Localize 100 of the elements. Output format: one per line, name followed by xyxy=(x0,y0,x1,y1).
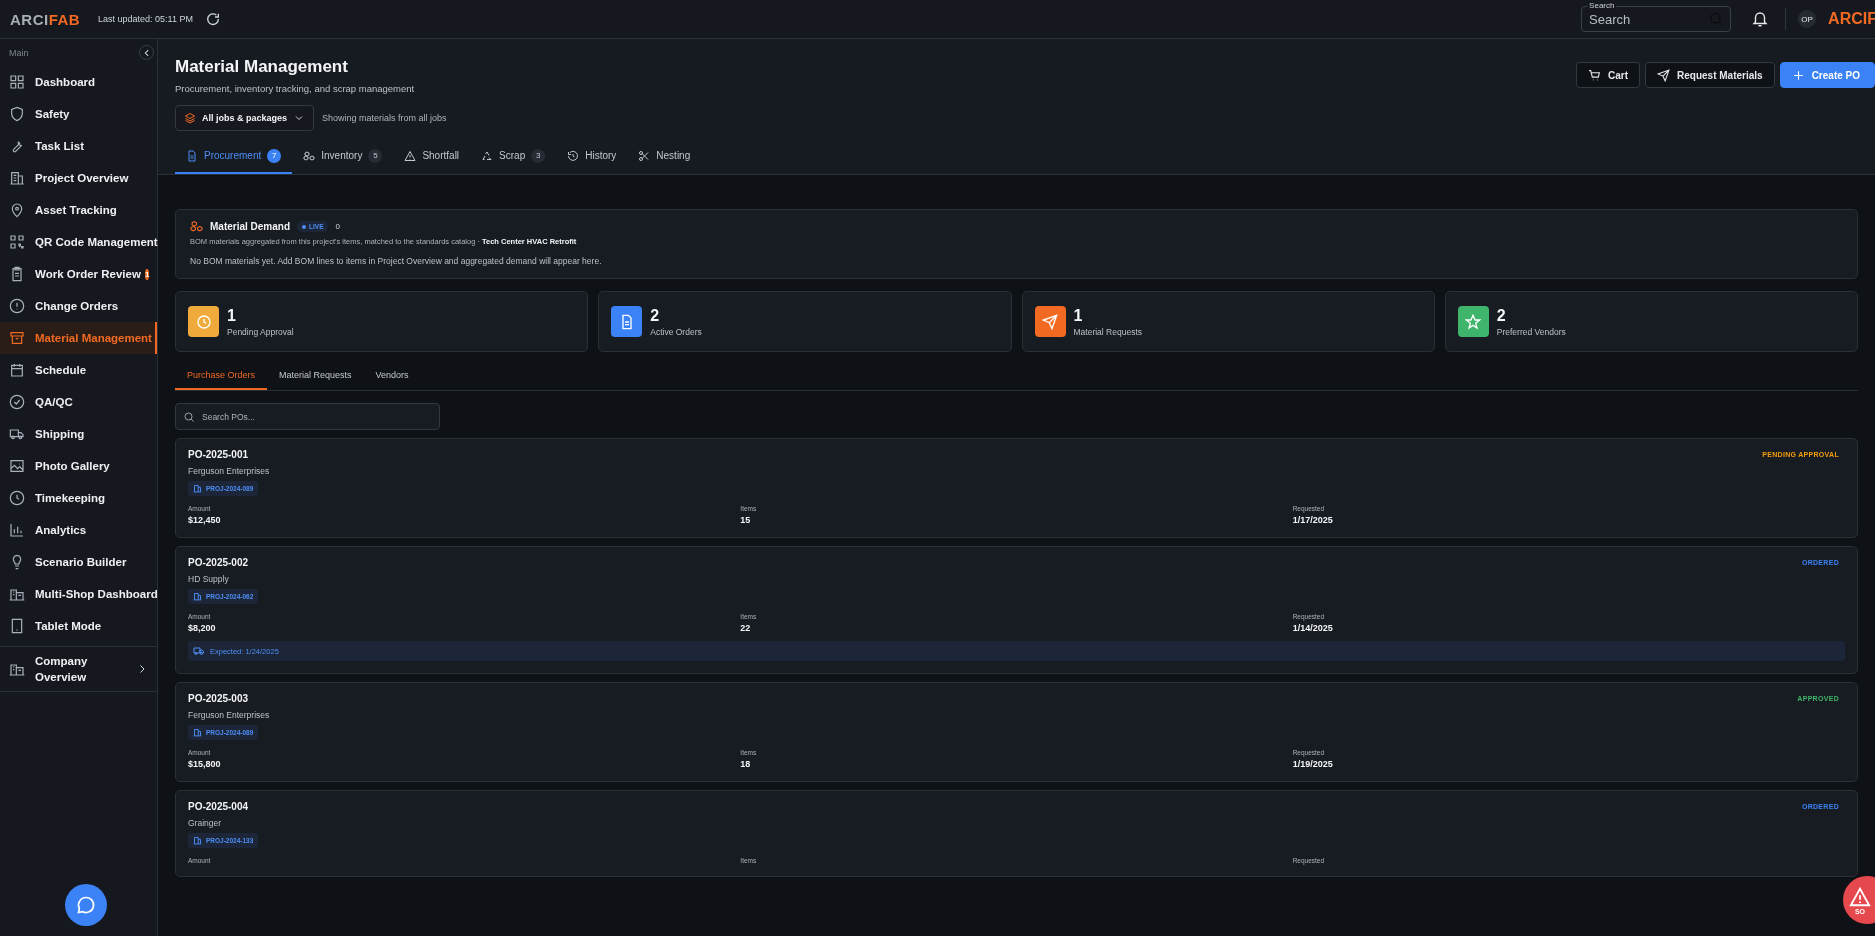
nav-item[interactable]: QA/QC xyxy=(0,386,157,418)
warning-icon xyxy=(404,149,417,162)
building-icon xyxy=(193,728,202,737)
field-value: 15 xyxy=(740,515,752,525)
recycle-icon xyxy=(481,149,494,162)
last-updated-text: Last updated: 05:11 PM xyxy=(98,14,193,24)
tab[interactable]: History xyxy=(556,139,628,174)
tab[interactable]: Inventory 5 xyxy=(292,139,394,174)
stat-label: Preferred Vendors xyxy=(1496,326,1566,337)
qr-code-icon xyxy=(9,234,25,250)
job-filter-dropdown[interactable]: All jobs & packages xyxy=(175,105,315,131)
archive-icon xyxy=(9,330,25,346)
chat-button[interactable] xyxy=(64,884,107,926)
bar-chart-icon xyxy=(9,522,25,538)
tab[interactable]: Procurement 7 xyxy=(175,139,293,174)
tab[interactable]: Purchase Orders xyxy=(175,366,268,390)
po-number: PO-2025-002 xyxy=(188,557,249,568)
vendor-name: Grainger xyxy=(188,818,223,828)
count-badge: 1 xyxy=(144,268,150,280)
nav-item[interactable]: Analytics xyxy=(0,514,157,546)
count-badge: 3 xyxy=(531,148,546,163)
collapse-button[interactable] xyxy=(139,45,154,60)
nav-item[interactable]: Shipping xyxy=(0,418,157,450)
building-icon xyxy=(193,484,202,493)
nav-item[interactable]: Scenario Builder xyxy=(0,546,157,578)
vendor-name: Ferguson Enterprises xyxy=(188,466,271,476)
stat-value: 1 xyxy=(1073,306,1084,325)
user-avatar[interactable]: OP xyxy=(1798,10,1817,28)
truck-icon xyxy=(193,645,205,657)
document-icon xyxy=(186,149,198,162)
nav-item[interactable]: Asset Tracking xyxy=(0,194,157,226)
page-title: Material Management xyxy=(175,57,349,77)
nav-item[interactable]: Task List xyxy=(0,130,157,162)
buildings-icon xyxy=(9,661,25,677)
nav-item[interactable]: Work Order Review 1 xyxy=(0,258,157,290)
building-icon xyxy=(193,592,202,601)
refresh-icon[interactable] xyxy=(204,11,221,27)
create-button[interactable]: Create PO xyxy=(1779,62,1875,88)
field-value: 1/17/2025 xyxy=(1292,515,1334,525)
count-text: 0 xyxy=(335,222,340,231)
nav-item[interactable]: QR Code Management xyxy=(0,226,157,258)
send-icon xyxy=(1042,313,1058,330)
bell-icon[interactable] xyxy=(1751,10,1770,28)
stat-label: Material Requests xyxy=(1073,326,1142,337)
field-value: $8,200 xyxy=(188,623,217,633)
tab[interactable]: Scrap 3 xyxy=(470,139,557,174)
card-title: Material Demand xyxy=(210,221,291,232)
po-number: PO-2025-003 xyxy=(188,693,249,704)
field-value: $12,450 xyxy=(188,515,222,525)
nav-item[interactable]: Material Management xyxy=(0,322,157,354)
cart-icon xyxy=(1588,68,1602,82)
building-icon xyxy=(193,836,202,845)
section-label: Main xyxy=(9,47,29,58)
warning-icon xyxy=(1849,885,1871,908)
send-icon xyxy=(1657,68,1671,82)
tab[interactable]: Shortfall xyxy=(393,139,471,174)
pin-icon xyxy=(9,202,25,218)
field-value: 22 xyxy=(740,623,752,633)
field-value: 1/14/2025 xyxy=(1292,623,1334,633)
action-button[interactable]: Cart xyxy=(1576,62,1641,88)
po-number: PO-2025-001 xyxy=(188,449,249,460)
nav-item[interactable]: Safety xyxy=(0,98,157,130)
shield-icon xyxy=(9,106,25,122)
vendor-name: Ferguson Enterprises xyxy=(188,710,271,720)
nav-item[interactable]: Tablet Mode xyxy=(0,610,157,642)
nav-item[interactable]: Change Orders xyxy=(0,290,157,322)
search-icon xyxy=(183,411,195,423)
po-number: PO-2025-004 xyxy=(188,801,249,812)
tab[interactable]: Vendors xyxy=(363,366,421,390)
nav-item[interactable]: Company Overview xyxy=(0,646,157,692)
vendor-name: HD Supply xyxy=(188,574,230,584)
buildings-icon xyxy=(9,586,25,602)
chat-bubble-icon xyxy=(75,895,96,915)
count-badge: 7 xyxy=(267,148,282,163)
nav-item[interactable]: Schedule xyxy=(0,354,157,386)
clock-icon xyxy=(9,490,25,506)
tab[interactable]: Nesting xyxy=(627,139,702,174)
page-subtitle: Procurement, inventory tracking, and scrap management xyxy=(175,83,415,94)
stat-value: 2 xyxy=(650,306,661,325)
logo: ARCIFAB xyxy=(10,10,82,28)
field-label: Search xyxy=(1587,1,1617,10)
nav-item[interactable]: Timekeeping xyxy=(0,482,157,514)
nav-item[interactable]: Photo Gallery xyxy=(0,450,157,482)
scissors-icon xyxy=(638,149,651,162)
nav-item[interactable]: Multi-Shop Dashboard xyxy=(0,578,157,610)
clock-icon xyxy=(195,313,212,330)
field-value: 18 xyxy=(740,759,752,769)
calendar-icon xyxy=(9,362,25,378)
grid-icon xyxy=(9,74,25,90)
empty-state-text: No BOM materials yet. Add BOM lines to items in Project Overview and aggregated demand will appear here. xyxy=(190,256,603,266)
star-icon xyxy=(1465,313,1482,330)
nav-item[interactable]: Dashboard xyxy=(0,66,157,98)
layers-icon xyxy=(184,112,196,124)
stat-value: 2 xyxy=(1496,306,1507,325)
search-field[interactable]: Search POs... xyxy=(175,403,440,430)
stat-label: Active Orders xyxy=(650,326,702,337)
action-button[interactable]: Request Materials xyxy=(1645,62,1775,88)
tab[interactable]: Material Requests xyxy=(267,366,364,390)
nav-item[interactable]: Project Overview xyxy=(0,162,157,194)
filter-note: Showing materials from all jobs xyxy=(322,113,447,123)
